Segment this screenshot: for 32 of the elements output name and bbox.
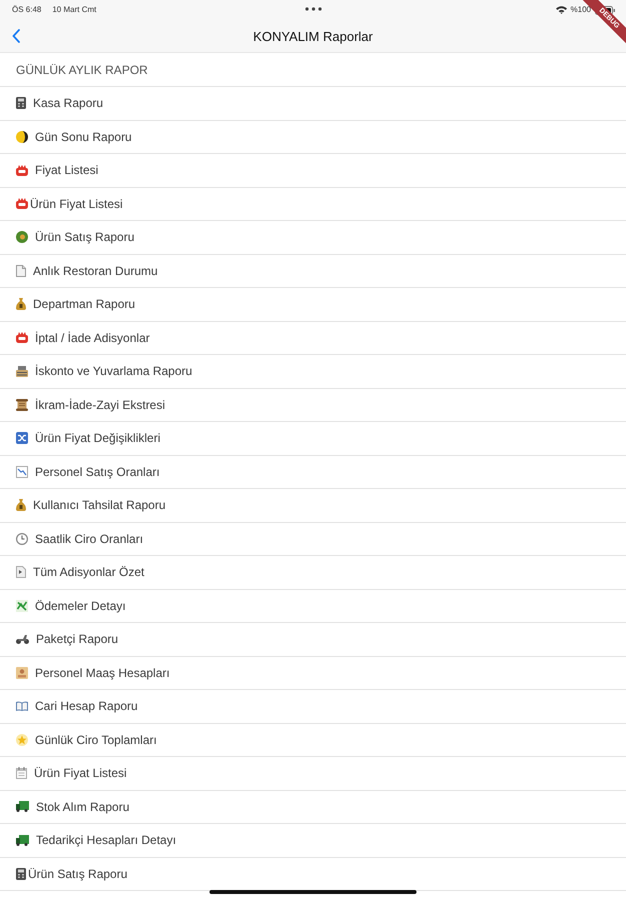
banknote-icon bbox=[16, 666, 28, 679]
truck-icon bbox=[16, 801, 29, 812]
siren-icon bbox=[16, 164, 28, 176]
moon-icon bbox=[16, 130, 28, 143]
shuffle-icon bbox=[16, 432, 28, 444]
calculator-icon bbox=[16, 868, 26, 880]
siren-icon bbox=[16, 198, 28, 210]
scroll-icon bbox=[16, 398, 28, 411]
truck-icon bbox=[16, 834, 29, 846]
document-icon bbox=[16, 566, 26, 578]
battery-percentage: %100 bbox=[570, 5, 591, 15]
scooter-icon bbox=[16, 634, 29, 644]
clock-icon bbox=[16, 532, 28, 545]
money-bag-icon bbox=[16, 298, 26, 310]
more-icon bbox=[305, 7, 322, 11]
status-date: 10 Mart Cmt bbox=[52, 5, 96, 15]
back-chevron-icon bbox=[12, 29, 20, 43]
calculator-icon bbox=[16, 97, 26, 110]
ball-icon bbox=[16, 231, 28, 244]
document-icon bbox=[16, 264, 26, 277]
back-button[interactable] bbox=[10, 28, 22, 44]
status-time: ÖS 6:48 bbox=[12, 5, 42, 15]
wifi-icon bbox=[556, 6, 567, 14]
book-icon bbox=[16, 701, 28, 712]
chart-icon bbox=[16, 600, 28, 612]
screen-title: KONYALIM Raporlar bbox=[253, 28, 373, 44]
siren-icon bbox=[16, 332, 28, 344]
money-bag-icon bbox=[16, 499, 26, 512]
star-icon bbox=[16, 734, 28, 746]
printer-icon bbox=[16, 366, 28, 377]
calendar-icon bbox=[16, 767, 27, 780]
chart-icon bbox=[16, 466, 28, 478]
